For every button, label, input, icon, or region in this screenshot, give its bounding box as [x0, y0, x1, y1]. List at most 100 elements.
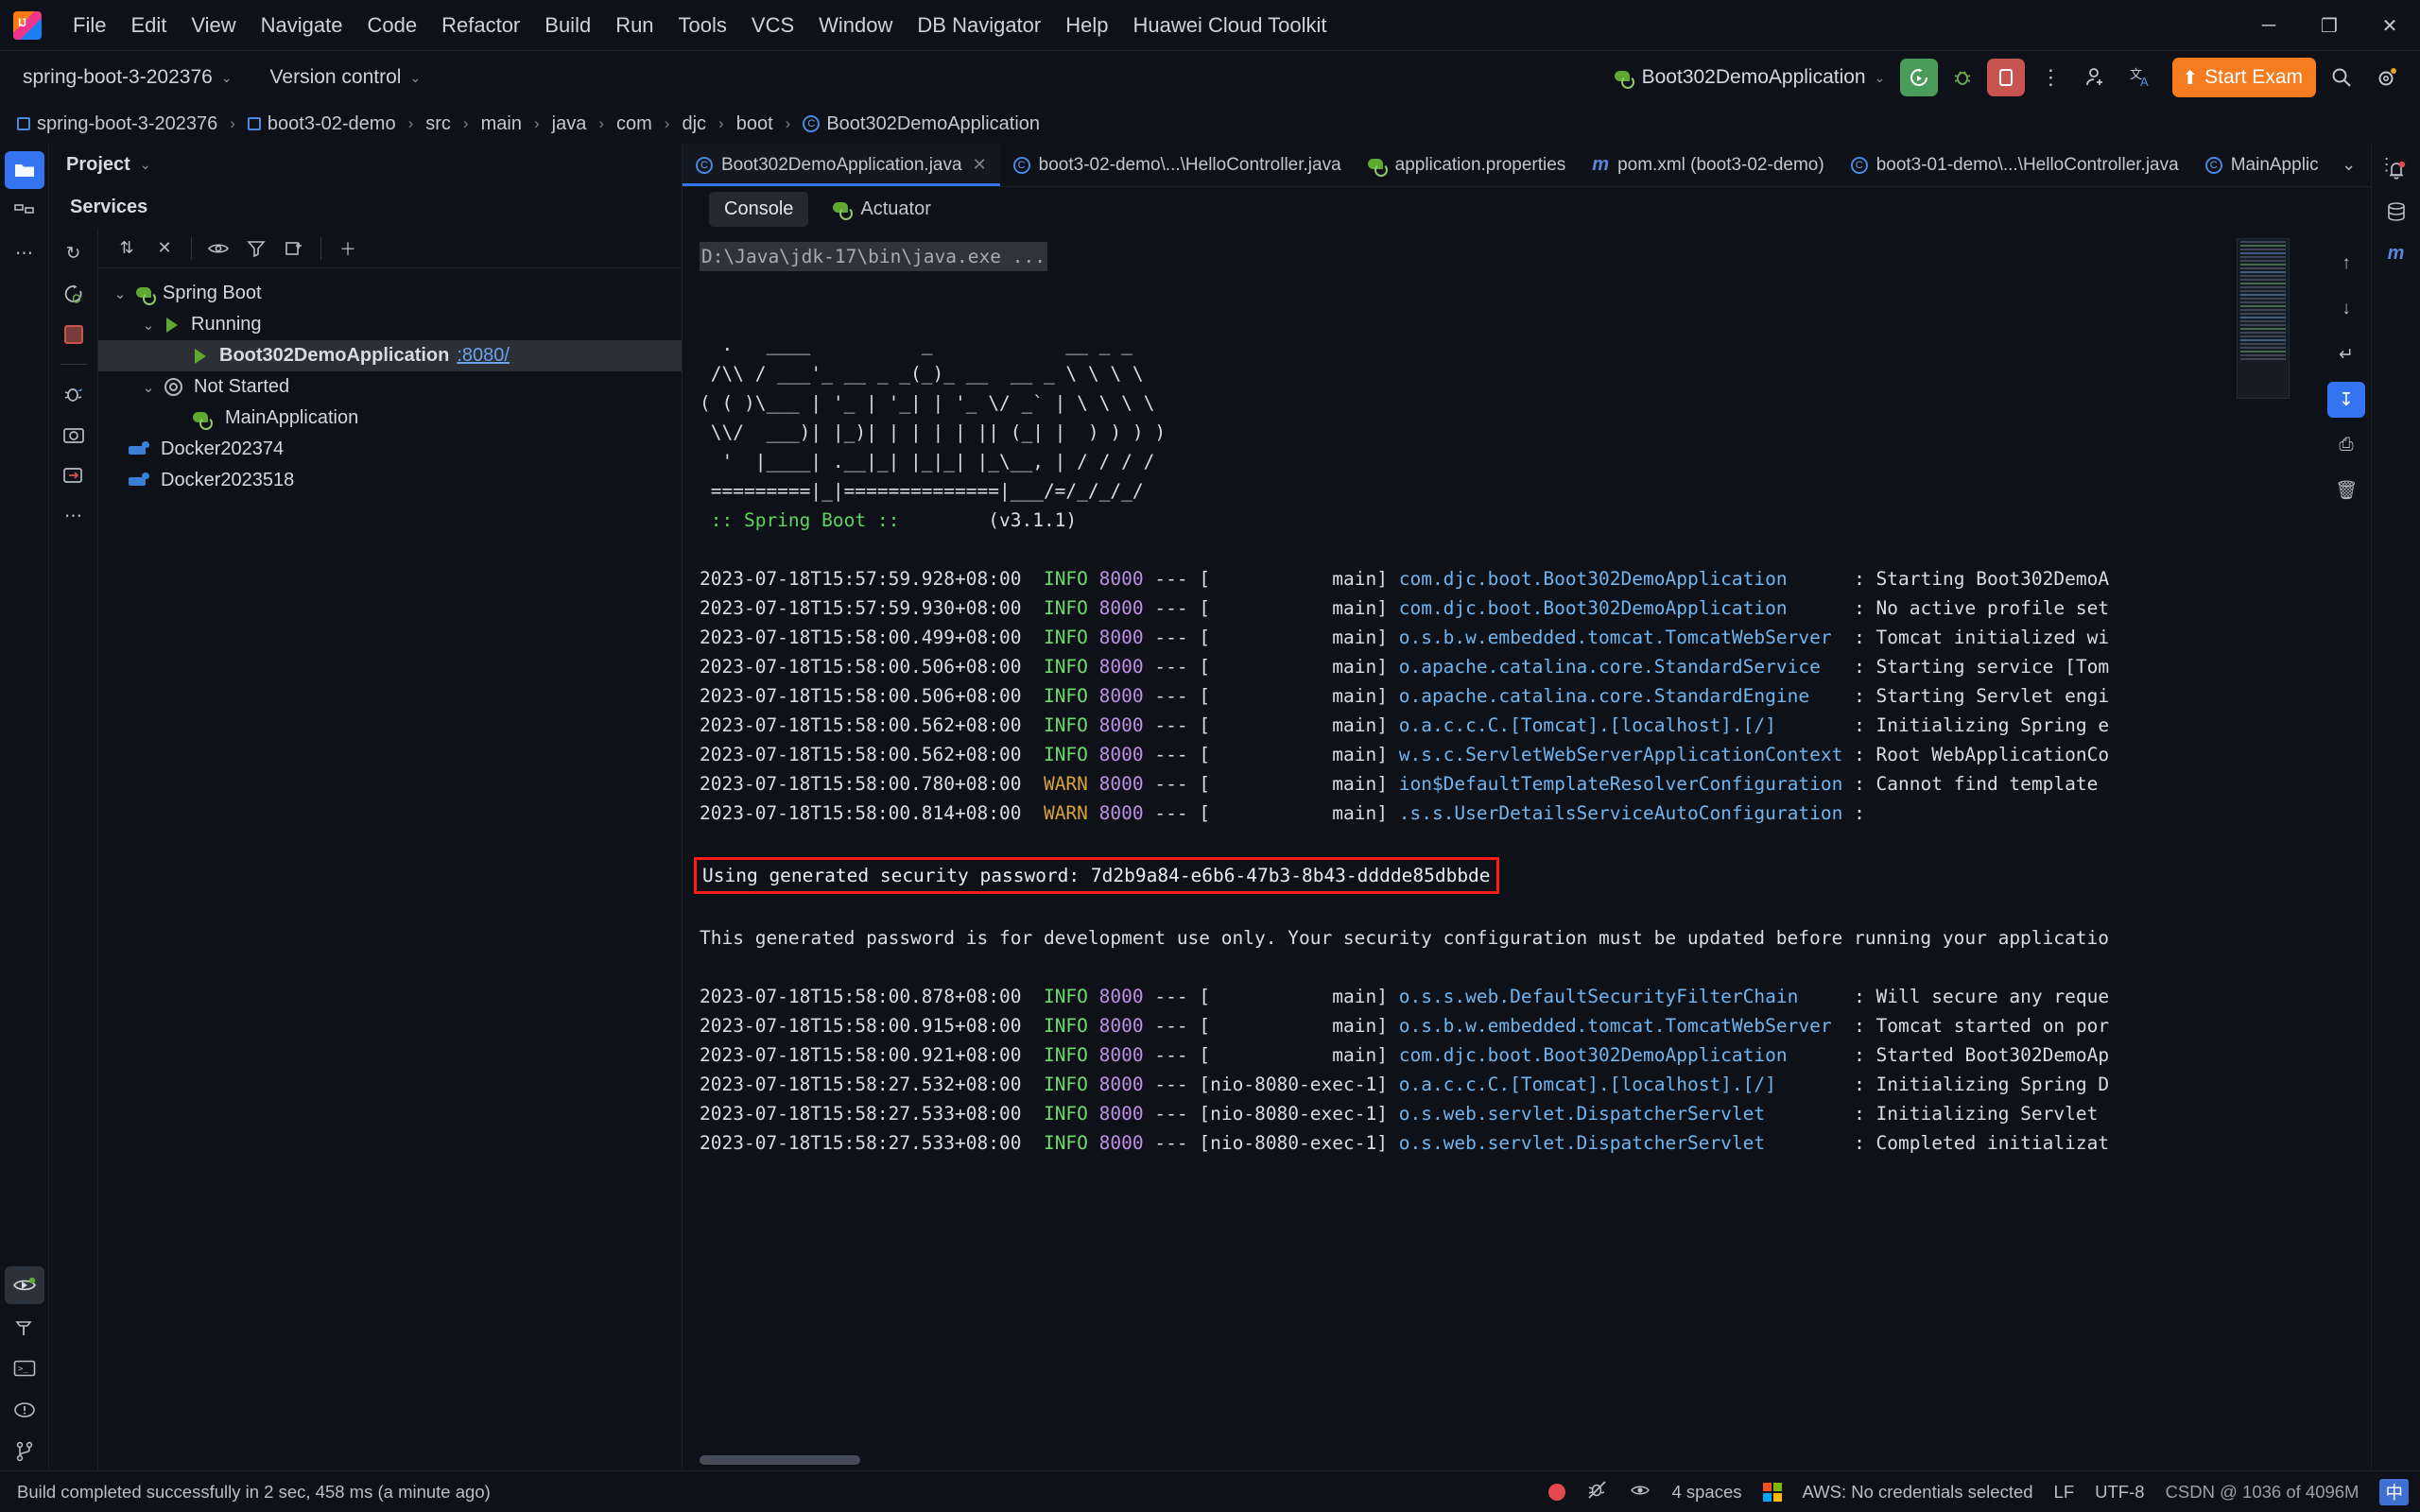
clear-all-icon[interactable]: 🗑: [2327, 472, 2365, 508]
sidebar-item-version-control[interactable]: [5, 1433, 44, 1470]
menu-edit[interactable]: Edit: [118, 9, 179, 42]
debug-button[interactable]: [1944, 59, 1981, 96]
breadcrumb-item-com[interactable]: com: [613, 112, 656, 137]
camera-icon[interactable]: [55, 416, 93, 454]
stop-icon[interactable]: [55, 316, 93, 353]
menu-code[interactable]: Code: [355, 9, 430, 42]
tab-application-properties[interactable]: application.properties: [1355, 144, 1580, 186]
sidebar-item-more[interactable]: ⋯: [5, 234, 44, 272]
breadcrumb-item-module[interactable]: boot3-02-demo: [244, 112, 400, 137]
stop-button[interactable]: [1987, 59, 2026, 96]
tree-item-not-started[interactable]: ⌄ Not Started: [98, 371, 682, 403]
bug-disabled-icon[interactable]: [1586, 1479, 1609, 1504]
breadcrumb-item-project[interactable]: spring-boot-3-202376: [13, 112, 221, 137]
tab-list-chevron-icon[interactable]: ⌄: [2332, 149, 2366, 181]
maven-icon[interactable]: m: [2377, 234, 2416, 272]
file-encoding-setting[interactable]: UTF-8: [2095, 1482, 2144, 1503]
memory-indicator[interactable]: CSDN @ 1036 of 4096M: [2166, 1482, 2360, 1503]
tab-boot302demoapplication-java[interactable]: C Boot302DemoApplication.java ✕: [683, 144, 1000, 186]
show-hide-icon[interactable]: [201, 232, 235, 265]
menu-vcs[interactable]: VCS: [739, 9, 806, 42]
settings-button[interactable]: [2367, 58, 2407, 97]
tree-item-running[interactable]: ⌄ Running: [98, 309, 682, 340]
run-configuration-selector[interactable]: Boot302DemoApplication ⌄: [1605, 61, 1895, 94]
line-separator-setting[interactable]: LF: [2054, 1482, 2075, 1503]
close-all-icon[interactable]: ✕: [147, 232, 182, 265]
add-service-icon[interactable]: ＋: [331, 232, 365, 265]
scroll-down-icon[interactable]: ↓: [2327, 291, 2365, 327]
expand-collapse-icon[interactable]: ⇅: [110, 232, 144, 265]
print-icon[interactable]: ⎙: [2327, 427, 2365, 463]
close-icon[interactable]: ✕: [973, 155, 987, 175]
indent-setting[interactable]: 4 spaces: [1671, 1482, 1741, 1503]
breadcrumb-item-src[interactable]: src: [422, 112, 455, 137]
tab-hellocontroller-java-02[interactable]: C boot3-02-demo\...\HelloController.java: [1000, 144, 1355, 186]
account-button[interactable]: [2076, 58, 2116, 97]
breadcrumb-item-main[interactable]: main: [477, 112, 526, 137]
menu-file[interactable]: File: [60, 9, 118, 42]
console-horizontal-scrollbar[interactable]: [700, 1455, 860, 1465]
minimize-button[interactable]: ─: [2238, 0, 2299, 51]
tab-pom-xml[interactable]: m pom.xml (boot3-02-demo): [1579, 144, 1837, 186]
more-icon[interactable]: ⋯: [55, 497, 93, 535]
aws-credentials-status[interactable]: AWS: No credentials selected: [1803, 1482, 2033, 1503]
console-minimap[interactable]: [2237, 238, 2290, 399]
ime-indicator[interactable]: 中: [2379, 1478, 2409, 1505]
breadcrumb-item-java[interactable]: java: [548, 112, 591, 137]
project-widget[interactable]: spring-boot-3-202376 ⌄: [13, 61, 242, 94]
soft-wrap-icon[interactable]: ↵: [2327, 336, 2365, 372]
close-button[interactable]: ✕: [2360, 0, 2420, 51]
breadcrumb-item-boot[interactable]: boot: [733, 112, 777, 137]
maximize-button[interactable]: ❐: [2299, 0, 2360, 51]
group-icon[interactable]: [277, 232, 311, 265]
debug-icon[interactable]: [55, 375, 93, 413]
menu-build[interactable]: Build: [532, 9, 603, 42]
version-control-widget[interactable]: Version control ⌄: [261, 61, 431, 94]
tree-item-boot302demoapplication[interactable]: Boot302DemoApplication :8080/: [98, 340, 682, 371]
more-actions-button[interactable]: ⋮: [2031, 58, 2070, 97]
sidebar-item-build[interactable]: [5, 1308, 44, 1346]
project-panel-header[interactable]: Project ⌄: [49, 144, 682, 185]
tab-mainapplication[interactable]: C MainApplic: [2192, 144, 2332, 186]
rerun-button[interactable]: [1900, 59, 1939, 96]
menu-refactor[interactable]: Refactor: [429, 9, 532, 42]
tab-console[interactable]: Console: [709, 191, 809, 227]
menu-db-navigator[interactable]: DB Navigator: [905, 9, 1053, 42]
start-exam-button[interactable]: ⬆ Start Exam: [2172, 58, 2316, 97]
menu-help[interactable]: Help: [1053, 9, 1120, 42]
microsoft-logo-icon[interactable]: [1762, 1482, 1782, 1502]
search-everywhere-button[interactable]: [2322, 58, 2361, 97]
eye-icon[interactable]: [1630, 1482, 1651, 1503]
scroll-to-end-icon[interactable]: ↧: [2327, 382, 2365, 418]
scroll-up-icon[interactable]: ↑: [2327, 246, 2365, 282]
sidebar-item-structure[interactable]: [5, 193, 44, 231]
tree-item-spring-boot[interactable]: ⌄ Spring Boot: [98, 278, 682, 309]
breadcrumb-item-class[interactable]: C Boot302DemoApplication: [799, 112, 1044, 137]
breadcrumb-item-djc[interactable]: djc: [678, 112, 710, 137]
application-port-link[interactable]: :8080/: [457, 345, 510, 367]
chevron-down-icon[interactable]: ⌄: [140, 317, 157, 334]
console-output[interactable]: D:\Java\jdk-17\bin\java.exe ... . ____ _…: [683, 231, 2227, 1470]
tree-item-docker202374[interactable]: Docker202374: [98, 434, 682, 465]
database-icon[interactable]: [2377, 193, 2416, 231]
menu-huawei-cloud-toolkit[interactable]: Huawei Cloud Toolkit: [1121, 9, 1340, 42]
menu-navigate[interactable]: Navigate: [249, 9, 355, 42]
chevron-down-icon[interactable]: ⌄: [140, 379, 157, 396]
tab-more-actions-icon[interactable]: ⋮: [2370, 149, 2404, 181]
rerun-debug-icon[interactable]: [55, 275, 93, 313]
tab-hellocontroller-java-01[interactable]: C boot3-01-demo\...\HelloController.java: [1838, 144, 2192, 186]
rerun-icon[interactable]: ↻: [55, 234, 93, 272]
tree-item-docker2023518[interactable]: Docker2023518: [98, 465, 682, 496]
sidebar-item-project[interactable]: [4, 151, 44, 189]
tree-item-mainapplication[interactable]: MainApplication: [98, 403, 682, 434]
menu-tools[interactable]: Tools: [666, 9, 739, 42]
record-icon[interactable]: [1548, 1483, 1566, 1501]
sidebar-item-services[interactable]: [4, 1266, 44, 1304]
menu-view[interactable]: View: [179, 9, 248, 42]
sidebar-item-terminal[interactable]: >_: [5, 1349, 44, 1387]
filter-icon[interactable]: [239, 232, 273, 265]
menu-window[interactable]: Window: [806, 9, 905, 42]
translate-button[interactable]: 文 A: [2121, 58, 2161, 97]
chevron-down-icon[interactable]: ⌄: [112, 285, 129, 302]
attach-icon[interactable]: [55, 456, 93, 494]
